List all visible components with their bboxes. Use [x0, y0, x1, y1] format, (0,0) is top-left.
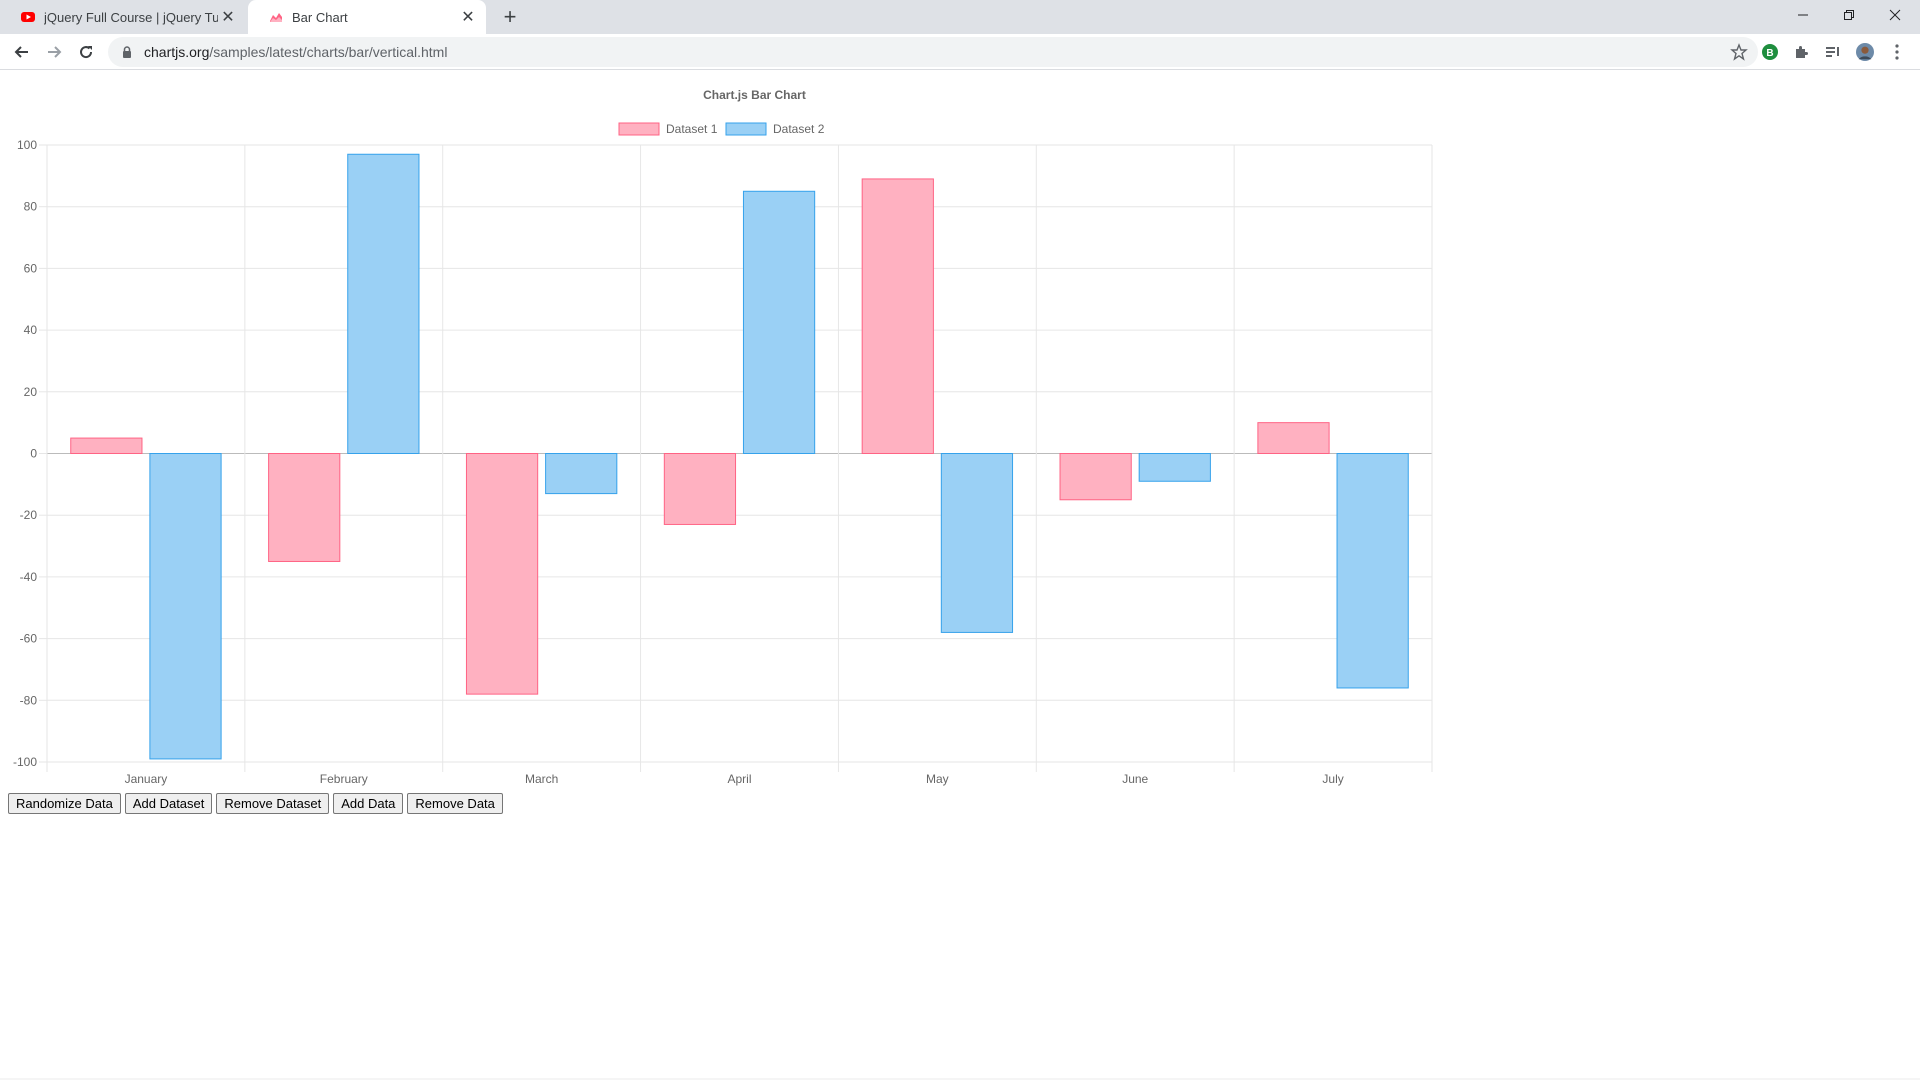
bar-1-july	[1257, 422, 1330, 454]
tab-bar-chart[interactable]: Bar Chart ✕	[248, 0, 486, 34]
x-tick-label: June	[1122, 772, 1148, 786]
y-tick-label: -60	[20, 632, 38, 646]
reload-icon[interactable]	[72, 38, 100, 66]
legend-swatch-1	[618, 122, 660, 136]
remove-data-button[interactable]: Remove Data	[407, 793, 503, 814]
y-tick-label: -20	[20, 508, 38, 522]
x-tick-label: January	[125, 772, 168, 786]
x-tick-label: February	[320, 772, 368, 786]
close-tab-icon[interactable]: ✕	[458, 7, 478, 27]
y-tick-label: -40	[20, 570, 38, 584]
bar-1-january	[70, 437, 143, 455]
add-dataset-button[interactable]: Add Dataset	[124, 793, 213, 814]
remove-dataset-button[interactable]: Remove Dataset	[216, 793, 330, 814]
bar-2-january	[149, 453, 222, 760]
x-tick-label: July	[1322, 772, 1343, 786]
reading-list-icon[interactable]	[1824, 43, 1842, 61]
page-content: Chart.js Bar Chart Dataset 1 Dataset 2 100 8…	[0, 71, 1920, 1080]
bar-chart: Chart.js Bar Chart Dataset 1 Dataset 2 100 8…	[13, 88, 1433, 786]
tab-title: Bar Chart	[292, 9, 348, 25]
svg-text:B: B	[1766, 48, 1773, 59]
chart-title: Chart.js Bar Chart	[703, 88, 806, 102]
profile-avatar[interactable]	[1856, 43, 1874, 61]
legend-label-2: Dataset 2	[773, 122, 825, 136]
chart-legend: Dataset 1 Dataset 2	[618, 122, 825, 136]
youtube-icon	[21, 12, 35, 22]
y-tick-label: 0	[30, 447, 37, 461]
y-tick-label: 40	[24, 323, 38, 337]
tab-jquery-course[interactable]: jQuery Full Course | jQuery Tutor ✕	[0, 0, 246, 34]
x-tick-label: May	[926, 772, 949, 786]
y-tick-label: 80	[24, 200, 38, 214]
y-tick-label: 60	[24, 261, 38, 275]
bar-2-april	[742, 190, 816, 455]
x-tick-label: March	[525, 772, 558, 786]
y-tick-label: 100	[17, 138, 37, 152]
add-data-button[interactable]: Add Data	[333, 793, 404, 814]
lock-icon	[123, 46, 131, 58]
url-text: chartjs.org/samples/latest/charts/bar/ve…	[144, 44, 447, 60]
more-menu-icon[interactable]	[1888, 43, 1906, 61]
bar-2-july	[1336, 453, 1409, 689]
chart-controls: Randomize Data Add Dataset Remove Datase…	[8, 793, 503, 814]
extension-b-icon[interactable]: B	[1761, 43, 1779, 61]
y-tick-label: -100	[13, 755, 37, 769]
tab-strip: jQuery Full Course | jQuery Tutor ✕ Bar …	[0, 0, 1920, 34]
bar-1-june	[1059, 453, 1132, 501]
tab-title: jQuery Full Course | jQuery Tutor	[44, 9, 218, 25]
browser-toolbar: chartjs.org/samples/latest/charts/bar/ve…	[0, 34, 1920, 70]
bar-1-february	[268, 453, 341, 562]
minimize-icon[interactable]	[1780, 0, 1826, 30]
bar-2-june	[1138, 453, 1211, 482]
url-host: chartjs.org	[144, 44, 210, 60]
url-path: /samples/latest/charts/bar/vertical.html	[209, 44, 448, 60]
legend-swatch-2	[725, 122, 767, 136]
y-tick-label: 20	[24, 385, 38, 399]
puzzle-extensions-icon[interactable]	[1792, 43, 1810, 61]
y-tick-label: -80	[20, 693, 38, 707]
bar-2-may	[940, 453, 1014, 633]
randomize-data-button[interactable]: Randomize Data	[8, 793, 121, 814]
x-tick-label: April	[727, 772, 751, 786]
address-bar[interactable]: chartjs.org/samples/latest/charts/bar/ve…	[108, 37, 1758, 67]
restore-icon[interactable]	[1826, 0, 1872, 30]
back-icon[interactable]	[8, 38, 36, 66]
bar-2-february	[347, 153, 420, 454]
close-tab-icon[interactable]: ✕	[218, 7, 238, 27]
new-tab-icon[interactable]: +	[498, 4, 522, 29]
bar-1-may	[861, 178, 934, 454]
bookmark-star-icon[interactable]	[1730, 43, 1748, 61]
close-window-icon[interactable]	[1872, 0, 1918, 30]
bar-1-march	[465, 453, 539, 695]
bar-2-march	[545, 453, 618, 495]
bar-1-april	[663, 453, 737, 525]
chartjs-icon	[270, 13, 282, 22]
legend-label-1: Dataset 1	[666, 122, 718, 136]
forward-icon[interactable]	[40, 38, 68, 66]
